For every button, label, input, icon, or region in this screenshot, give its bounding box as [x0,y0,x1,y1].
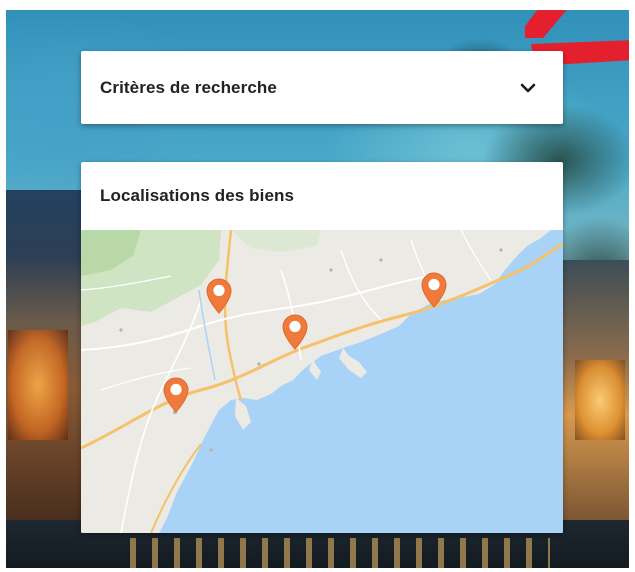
search-criteria-panel: Critères de recherche [81,51,563,124]
map-tiles [81,230,563,533]
property-locations-panel: Localisations des biens [81,162,563,533]
property-locations-header: Localisations des biens [81,162,563,230]
chevron-down-icon[interactable] [519,79,537,97]
map-pin-grasse[interactable] [206,278,232,314]
frame-left [0,0,6,572]
search-criteria-title: Critères de recherche [100,77,277,97]
map-view[interactable] [81,230,563,533]
background-lights [130,538,550,572]
frame-bottom [0,568,635,572]
frame-right [629,0,635,572]
search-criteria-toggle[interactable]: Critères de recherche [81,51,563,124]
background-window-left [8,330,68,440]
map-pin-monaco[interactable] [421,272,447,308]
background-window-right [575,360,625,440]
map-pin-nice[interactable] [282,314,308,350]
property-locations-title: Localisations des biens [100,186,295,205]
map-pin-cannes[interactable] [163,377,189,413]
frame-top [0,0,635,10]
